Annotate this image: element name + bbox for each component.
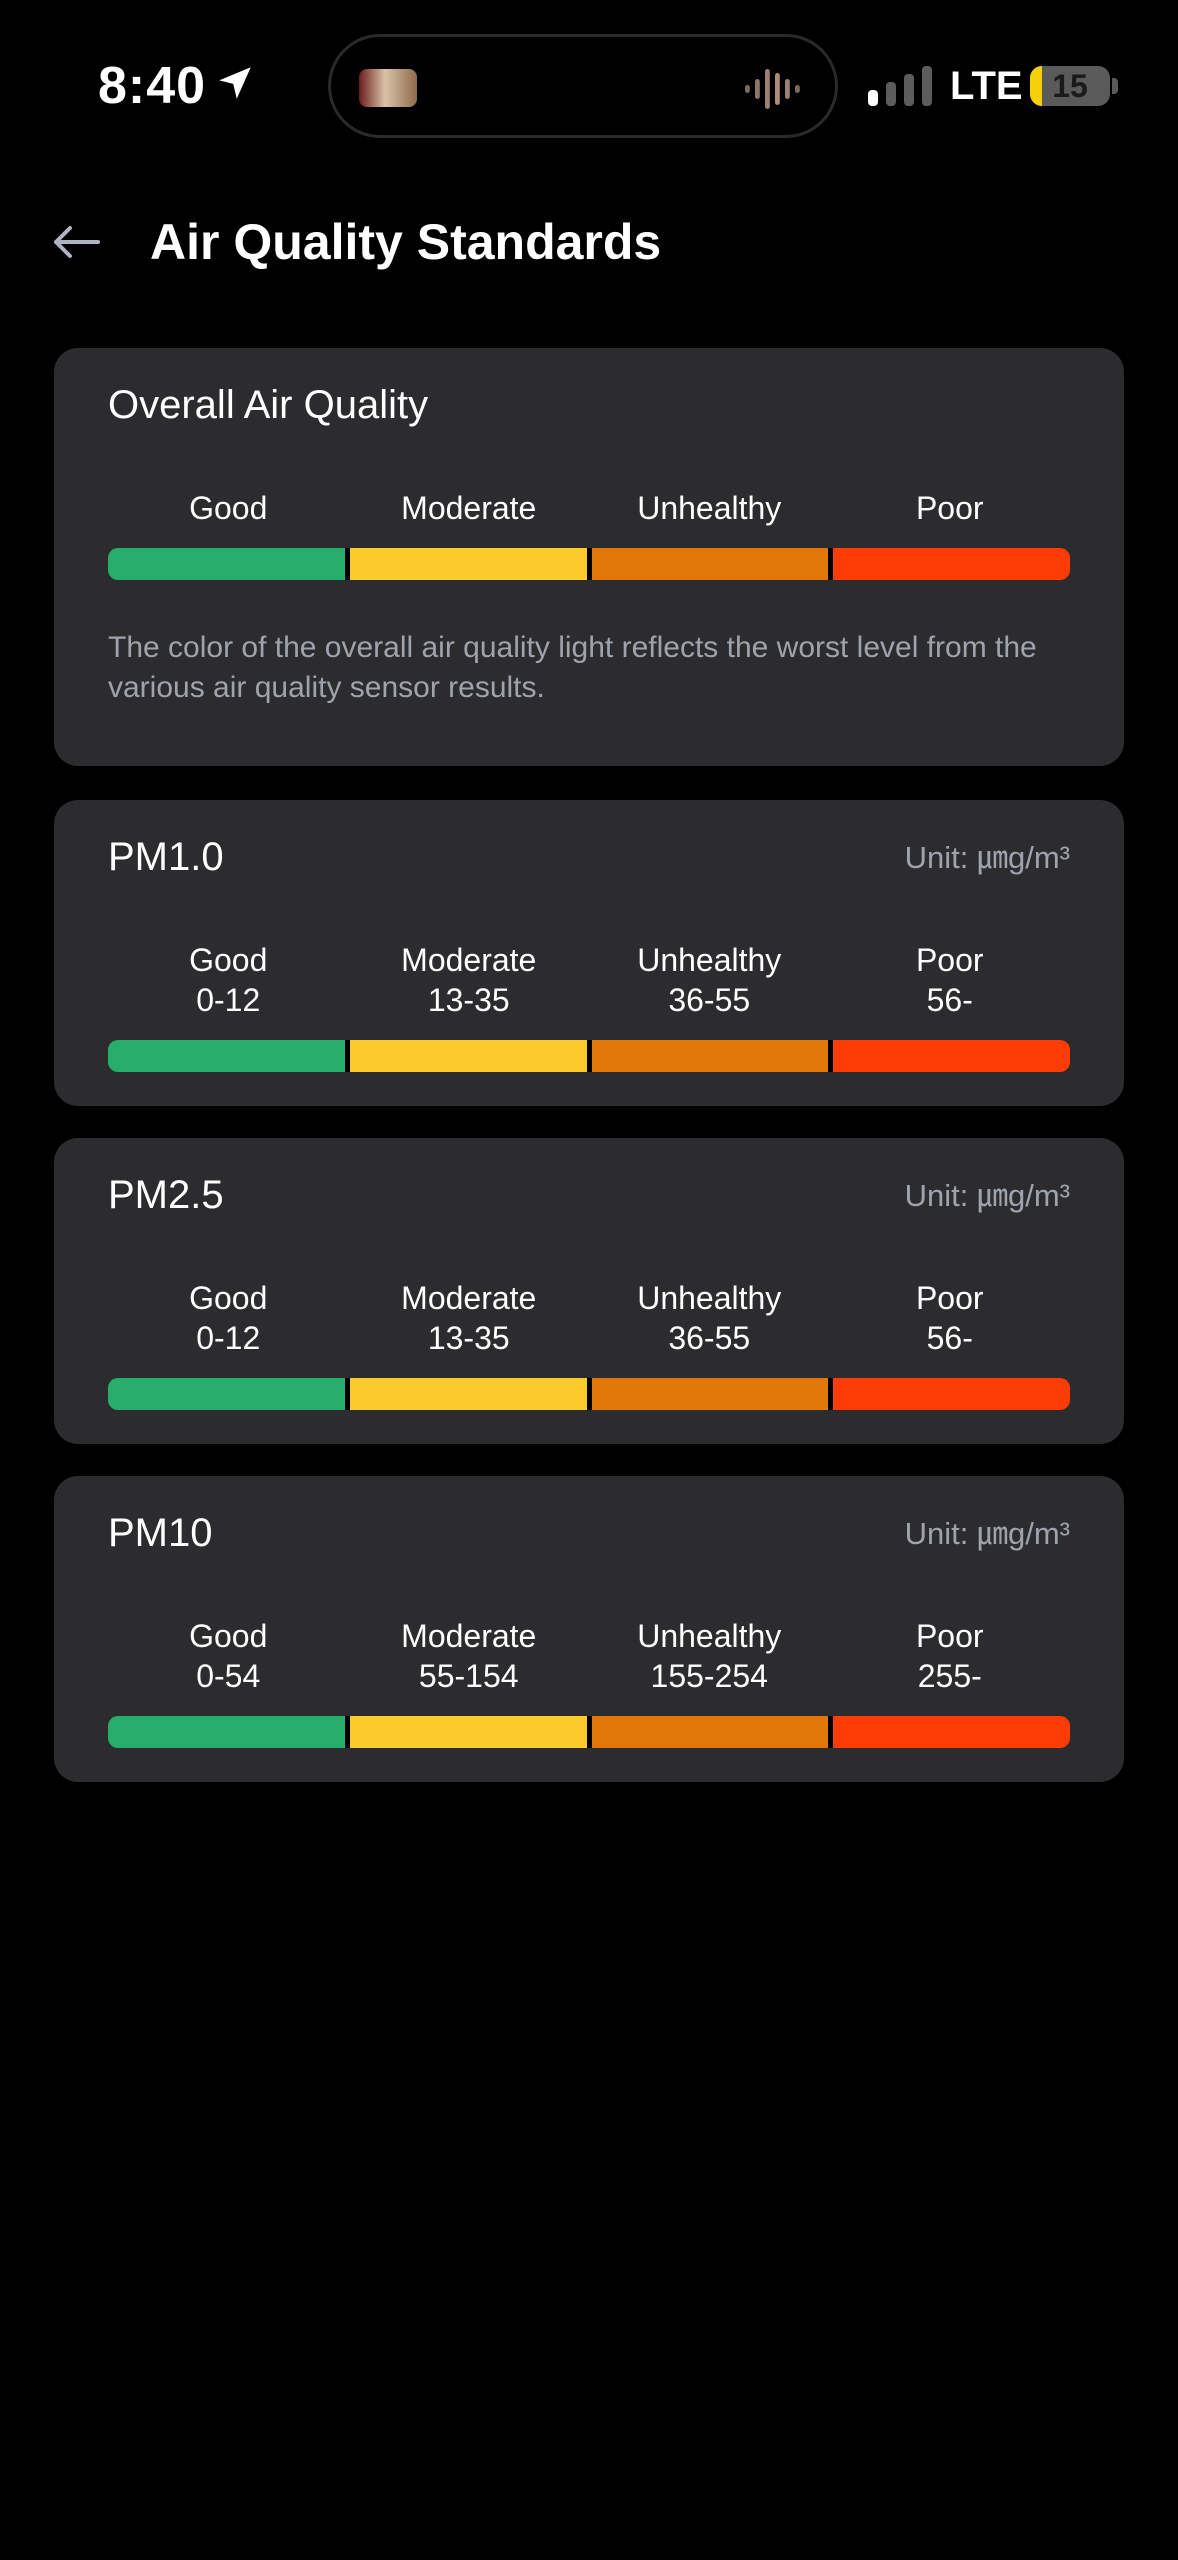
level-label: Poor bbox=[915, 942, 984, 978]
level-moderate-label: Moderate bbox=[401, 490, 537, 526]
level-label: Moderate bbox=[401, 1280, 537, 1316]
card-title: Overall Air Quality bbox=[108, 383, 429, 427]
audio-wave-icon bbox=[745, 69, 800, 109]
level-moderate: Moderate 13-35 bbox=[349, 1278, 590, 1358]
segment-poor bbox=[828, 1040, 1070, 1072]
pm10-card: PM10 Unit: ㎛g/m³ Good 0-54 Moderate 55-1… bbox=[54, 1476, 1124, 1782]
segment-good bbox=[108, 1378, 345, 1410]
overall-air-quality-card: Overall Air Quality Good Moderate Unheal… bbox=[54, 348, 1124, 766]
level-label: Unhealthy bbox=[637, 942, 782, 978]
segment-poor bbox=[828, 1378, 1070, 1410]
level-good: Good 0-12 bbox=[108, 940, 349, 1020]
level-label: Moderate bbox=[401, 942, 537, 978]
battery-icon: 15 bbox=[1030, 66, 1110, 106]
segment-unhealthy bbox=[586, 1040, 829, 1072]
segment-unhealthy bbox=[586, 548, 829, 580]
dynamic-island[interactable] bbox=[328, 34, 838, 138]
level-color-bar bbox=[108, 1040, 1070, 1072]
level-range: 36-55 bbox=[668, 1320, 751, 1356]
segment-good bbox=[108, 548, 345, 580]
card-title: PM10 bbox=[108, 1511, 213, 1555]
level-label: Unhealthy bbox=[637, 1280, 782, 1316]
level-poor-label: Poor bbox=[915, 490, 984, 526]
segment-unhealthy bbox=[586, 1716, 829, 1748]
level-color-bar bbox=[108, 1378, 1070, 1410]
card-title: PM1.0 bbox=[108, 835, 224, 879]
level-good: Good 0-54 bbox=[108, 1616, 349, 1696]
level-label: Poor bbox=[915, 1618, 984, 1654]
level-unhealthy: Unhealthy 155-254 bbox=[589, 1616, 830, 1696]
level-range: 56- bbox=[926, 982, 973, 1018]
level-range: 13-35 bbox=[427, 1320, 510, 1356]
overall-note: The color of the overall air quality lig… bbox=[108, 631, 1037, 704]
level-range: 255- bbox=[917, 1658, 982, 1694]
level-unhealthy-label: Unhealthy bbox=[637, 490, 782, 526]
battery-level: 15 bbox=[1052, 67, 1088, 104]
now-playing-artwork bbox=[359, 69, 417, 107]
level-label: Good bbox=[189, 1618, 268, 1654]
level-poor: Poor 56- bbox=[830, 940, 1071, 1020]
level-labels: Good Moderate Unhealthy Poor bbox=[108, 488, 1070, 528]
level-moderate: Moderate 55-154 bbox=[349, 1616, 590, 1696]
level-range: 56- bbox=[926, 1320, 973, 1356]
level-range: 36-55 bbox=[668, 982, 751, 1018]
pm25-card: PM2.5 Unit: ㎛g/m³ Good 0-12 Moderate 13-… bbox=[54, 1138, 1124, 1444]
segment-unhealthy bbox=[586, 1378, 829, 1410]
level-range: 155-254 bbox=[650, 1658, 768, 1694]
level-labels: Good 0-12 Moderate 13-35 Unhealthy 36-55… bbox=[108, 940, 1070, 1020]
unit-label: Unit: ㎛g/m³ bbox=[904, 840, 1070, 875]
segment-poor bbox=[828, 548, 1070, 580]
level-range: 13-35 bbox=[427, 982, 510, 1018]
level-unhealthy: Unhealthy 36-55 bbox=[589, 940, 830, 1020]
segment-moderate bbox=[344, 1040, 587, 1072]
level-poor: Poor 56- bbox=[830, 1278, 1071, 1358]
unit-label: Unit: ㎛g/m³ bbox=[904, 1178, 1070, 1213]
level-moderate: Moderate 13-35 bbox=[349, 940, 590, 1020]
level-label: Poor bbox=[915, 1280, 984, 1316]
level-good: Good 0-12 bbox=[108, 1278, 349, 1358]
arrow-left-icon bbox=[54, 226, 100, 258]
level-good-label: Good bbox=[189, 490, 268, 526]
level-unhealthy: Unhealthy 36-55 bbox=[589, 1278, 830, 1358]
signal-icon bbox=[868, 66, 932, 106]
segment-good bbox=[108, 1716, 345, 1748]
location-arrow-icon bbox=[219, 67, 251, 99]
network-type: LTE bbox=[950, 64, 1023, 108]
pm1-card: PM1.0 Unit: ㎛g/m³ Good 0-12 Moderate 13-… bbox=[54, 800, 1124, 1106]
status-bar: 8:40 LTE 15 bbox=[0, 0, 1178, 170]
level-labels: Good 0-54 Moderate 55-154 Unhealthy 155-… bbox=[108, 1616, 1070, 1696]
level-color-bar bbox=[108, 548, 1070, 580]
level-range: 0-12 bbox=[196, 982, 261, 1018]
segment-moderate bbox=[344, 1378, 587, 1410]
segment-moderate bbox=[344, 548, 587, 580]
level-labels: Good 0-12 Moderate 13-35 Unhealthy 36-55… bbox=[108, 1278, 1070, 1358]
level-range: 55-154 bbox=[418, 1658, 519, 1694]
level-color-bar bbox=[108, 1716, 1070, 1748]
status-time: 8:40 bbox=[98, 57, 207, 115]
level-label: Moderate bbox=[401, 1618, 537, 1654]
card-title: PM2.5 bbox=[108, 1173, 224, 1217]
level-label: Good bbox=[189, 942, 268, 978]
page-title: Air Quality Standards bbox=[150, 214, 662, 270]
segment-poor bbox=[828, 1716, 1070, 1748]
level-poor: Poor 255- bbox=[830, 1616, 1071, 1696]
level-range: 0-54 bbox=[196, 1658, 261, 1694]
battery-cap bbox=[1112, 78, 1118, 94]
level-label: Good bbox=[189, 1280, 268, 1316]
segment-good bbox=[108, 1040, 345, 1072]
level-label: Unhealthy bbox=[637, 1618, 782, 1654]
level-range: 0-12 bbox=[196, 1320, 261, 1356]
unit-label: Unit: ㎛g/m³ bbox=[904, 1516, 1070, 1551]
segment-moderate bbox=[344, 1716, 587, 1748]
back-button[interactable] bbox=[44, 210, 108, 274]
